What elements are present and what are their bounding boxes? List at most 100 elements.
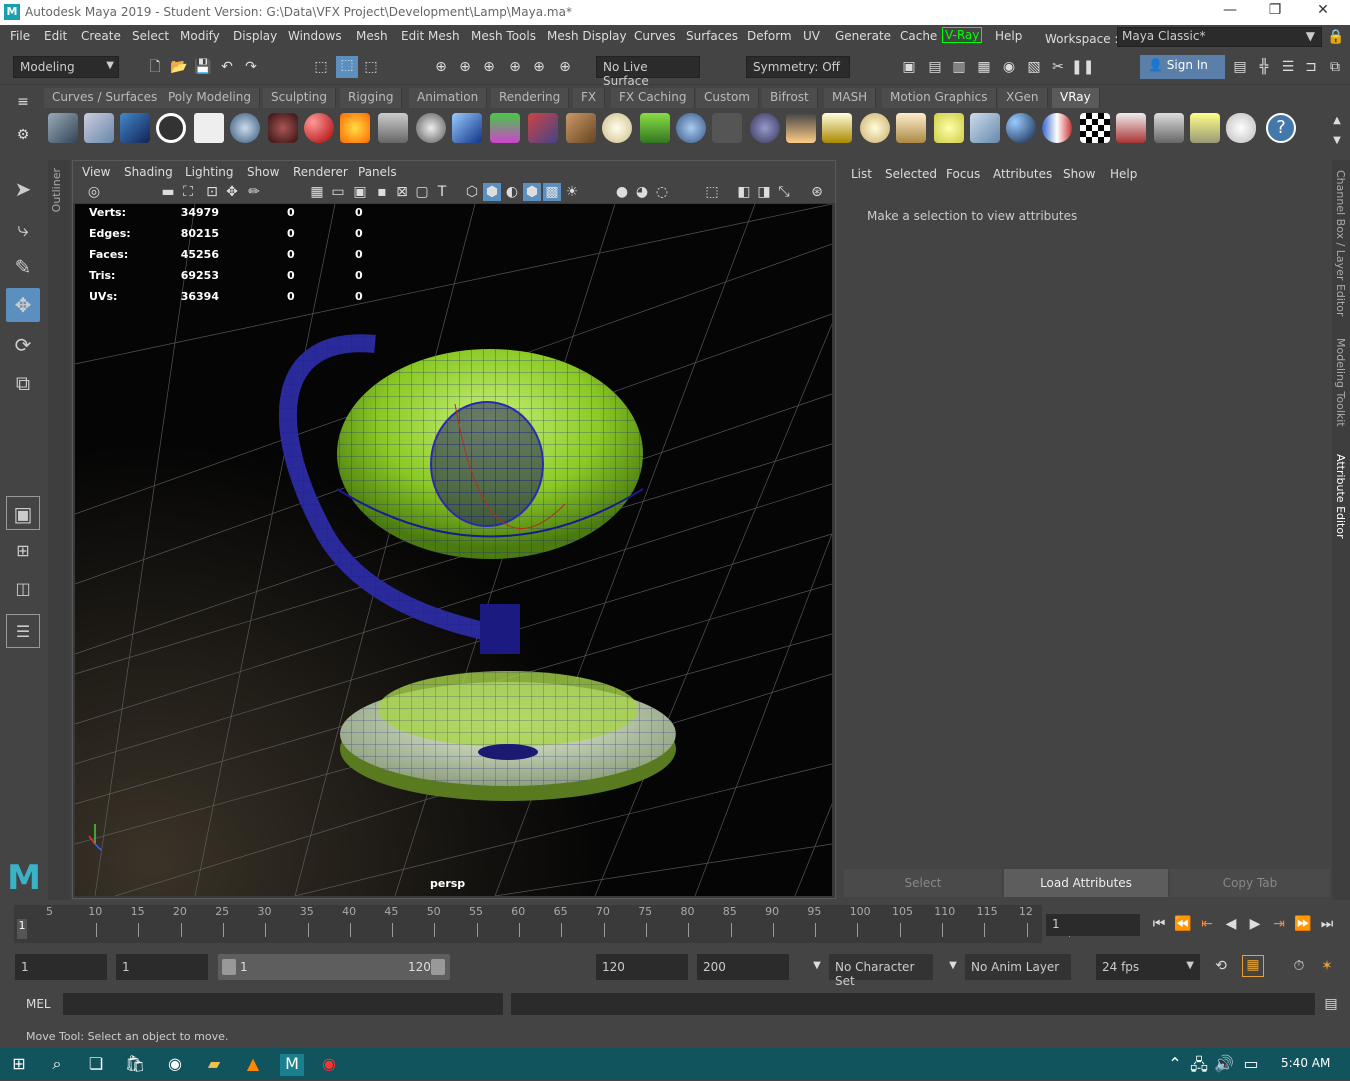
- ae-menu-list[interactable]: List: [851, 167, 872, 181]
- scene-end-field[interactable]: 200: [697, 954, 789, 980]
- resolution-gate-icon[interactable]: ▣: [351, 183, 369, 201]
- vlc-icon[interactable]: ▲: [242, 1054, 264, 1074]
- tab-sculpting[interactable]: Sculpting: [263, 88, 337, 108]
- windows-start-icon[interactable]: ⊞: [8, 1054, 30, 1074]
- play-forward-icon[interactable]: ▶: [1246, 915, 1264, 933]
- range-start-handle[interactable]: [222, 959, 236, 975]
- minimize-button[interactable]: —: [1210, 2, 1250, 22]
- outliner-layout-icon[interactable]: ☰: [6, 614, 40, 648]
- range-end-handle[interactable]: [431, 959, 445, 975]
- vray-camera-icon[interactable]: [268, 113, 298, 143]
- single-view-icon[interactable]: ▣: [6, 496, 40, 530]
- workspace-dropdown[interactable]: Maya Classic* ▼: [1117, 27, 1322, 47]
- fps-dropdown[interactable]: 24 fps ▼: [1096, 954, 1200, 980]
- select-tool-icon[interactable]: ➤: [6, 172, 40, 206]
- menu-uv[interactable]: UV: [803, 29, 820, 43]
- save-scene-icon[interactable]: 💾: [194, 58, 212, 76]
- menu-generate[interactable]: Generate: [835, 29, 891, 43]
- menu-file[interactable]: File: [10, 29, 30, 43]
- menu-mesh-tools[interactable]: Mesh Tools: [471, 29, 536, 43]
- select-button[interactable]: Select: [844, 869, 1002, 897]
- tab-rendering[interactable]: Rendering: [491, 88, 570, 108]
- tool-settings-icon[interactable]: ⊐: [1302, 58, 1320, 76]
- channel-box-icon[interactable]: ⧉: [1326, 58, 1344, 76]
- tab-attribute-editor[interactable]: Attribute Editor: [1334, 454, 1347, 539]
- vray-fire-icon[interactable]: [340, 113, 370, 143]
- vray-dome-icon[interactable]: [602, 113, 632, 143]
- store-icon[interactable]: 🛍: [124, 1054, 146, 1074]
- help-icon[interactable]: ?: [1266, 113, 1296, 143]
- vray-plane-icon[interactable]: [378, 113, 408, 143]
- anim-layer-dropdown[interactable]: No Anim Layer: [965, 954, 1071, 980]
- lock-icon[interactable]: 🔒: [1327, 28, 1345, 46]
- tab-animation[interactable]: Animation: [409, 88, 488, 108]
- tab-poly-modeling[interactable]: Poly Modeling: [160, 88, 260, 108]
- outliner-tab[interactable]: Outliner: [50, 168, 63, 212]
- character-set-dropdown[interactable]: No Character Set: [829, 954, 933, 988]
- render-sequence-icon[interactable]: ▤: [926, 58, 944, 76]
- ambient-occlusion-icon[interactable]: ◕: [633, 183, 651, 201]
- menu-icon[interactable]: ≡: [14, 93, 32, 111]
- render-frame-icon[interactable]: ▣: [900, 58, 918, 76]
- snap-grid-icon[interactable]: ⊕: [432, 58, 450, 76]
- new-scene-icon[interactable]: 🗋: [146, 58, 164, 76]
- scale-tool-icon[interactable]: ⧉: [6, 366, 40, 400]
- grease-pencil-icon[interactable]: ✏: [245, 183, 263, 201]
- restore-button[interactable]: ❐: [1255, 2, 1295, 22]
- xray-icon[interactable]: ◧: [735, 183, 753, 201]
- outliner-strip[interactable]: Outliner: [48, 160, 70, 900]
- sign-in-button[interactable]: 👤 Sign In: [1140, 55, 1225, 79]
- tab-custom[interactable]: Custom: [696, 88, 759, 108]
- clock[interactable]: 5:40 AM: [1281, 1056, 1330, 1070]
- snap-vertex-icon[interactable]: ⊕: [556, 58, 574, 76]
- step-forward-key-icon[interactable]: ⏩: [1294, 915, 1312, 933]
- tab-xgen[interactable]: XGen: [998, 88, 1048, 108]
- camera-select-icon[interactable]: ◎: [85, 183, 103, 201]
- vray-scatter-icon[interactable]: [676, 113, 706, 143]
- wireframe-on-shaded-icon[interactable]: ⬢: [523, 183, 541, 201]
- vp-menu-renderer[interactable]: Renderer: [293, 165, 348, 179]
- auto-key-icon[interactable]: ▦: [1242, 955, 1264, 977]
- ae-menu-focus[interactable]: Focus: [946, 167, 980, 181]
- go-to-end-icon[interactable]: ⏭: [1318, 915, 1336, 933]
- vray-docs-icon[interactable]: [194, 113, 224, 143]
- paint-select-tool-icon[interactable]: ✎: [6, 250, 40, 284]
- current-frame-field[interactable]: 1: [1046, 914, 1140, 936]
- go-to-start-icon[interactable]: ⏮: [1150, 915, 1168, 933]
- vp-menu-shading[interactable]: Shading: [124, 165, 173, 179]
- anim-prefs-icon[interactable]: ⏱: [1290, 957, 1308, 975]
- menu-modify[interactable]: Modify: [180, 29, 220, 43]
- mel-label[interactable]: MEL: [26, 997, 51, 1011]
- lasso-tool-icon[interactable]: ⤷: [6, 212, 40, 246]
- vray-light-lister-icon[interactable]: [1190, 113, 1220, 143]
- menu-deform[interactable]: Deform: [747, 29, 792, 43]
- safe-action-icon[interactable]: ▢: [413, 183, 431, 201]
- modeling-toolkit-icon[interactable]: ▤: [1231, 58, 1249, 76]
- tab-modeling-toolkit[interactable]: Modeling Toolkit: [1334, 338, 1347, 427]
- two-view-icon[interactable]: ◫: [6, 572, 40, 606]
- vray-water-icon[interactable]: [452, 113, 482, 143]
- tab-fx[interactable]: FX: [573, 88, 606, 108]
- maya-taskbar-icon[interactable]: M: [280, 1054, 304, 1076]
- snap-curve-icon[interactable]: ⊕: [456, 58, 474, 76]
- menu-windows[interactable]: Windows: [288, 29, 342, 43]
- attribute-editor-icon[interactable]: ☰: [1279, 58, 1297, 76]
- vp-menu-show[interactable]: Show: [247, 165, 279, 179]
- symmetry-dropdown[interactable]: Symmetry: Off: [746, 56, 850, 78]
- volume-icon[interactable]: 🔊: [1213, 1054, 1235, 1074]
- copy-tab-button[interactable]: Copy Tab: [1170, 869, 1330, 897]
- xray-joints-icon[interactable]: ◨: [755, 183, 773, 201]
- gate-mask-icon[interactable]: ▪: [373, 183, 391, 201]
- viewport-renderer-icon[interactable]: ⊛: [808, 183, 826, 201]
- menu-surfaces[interactable]: Surfaces: [686, 29, 738, 43]
- current-time-marker[interactable]: 1: [17, 919, 27, 939]
- ipr-render-icon[interactable]: ▥: [950, 58, 968, 76]
- wireframe-icon[interactable]: ⬡: [463, 183, 481, 201]
- move-tool-icon[interactable]: ✥: [6, 288, 40, 322]
- vray-render-icon[interactable]: ✂: [1049, 58, 1067, 76]
- pause-icon[interactable]: ❚❚: [1071, 58, 1094, 76]
- 2d-pan-icon[interactable]: ✥: [223, 183, 241, 201]
- grid-icon[interactable]: ▦: [308, 183, 326, 201]
- ae-menu-help[interactable]: Help: [1110, 167, 1137, 181]
- network-icon[interactable]: 🖧: [1188, 1054, 1210, 1074]
